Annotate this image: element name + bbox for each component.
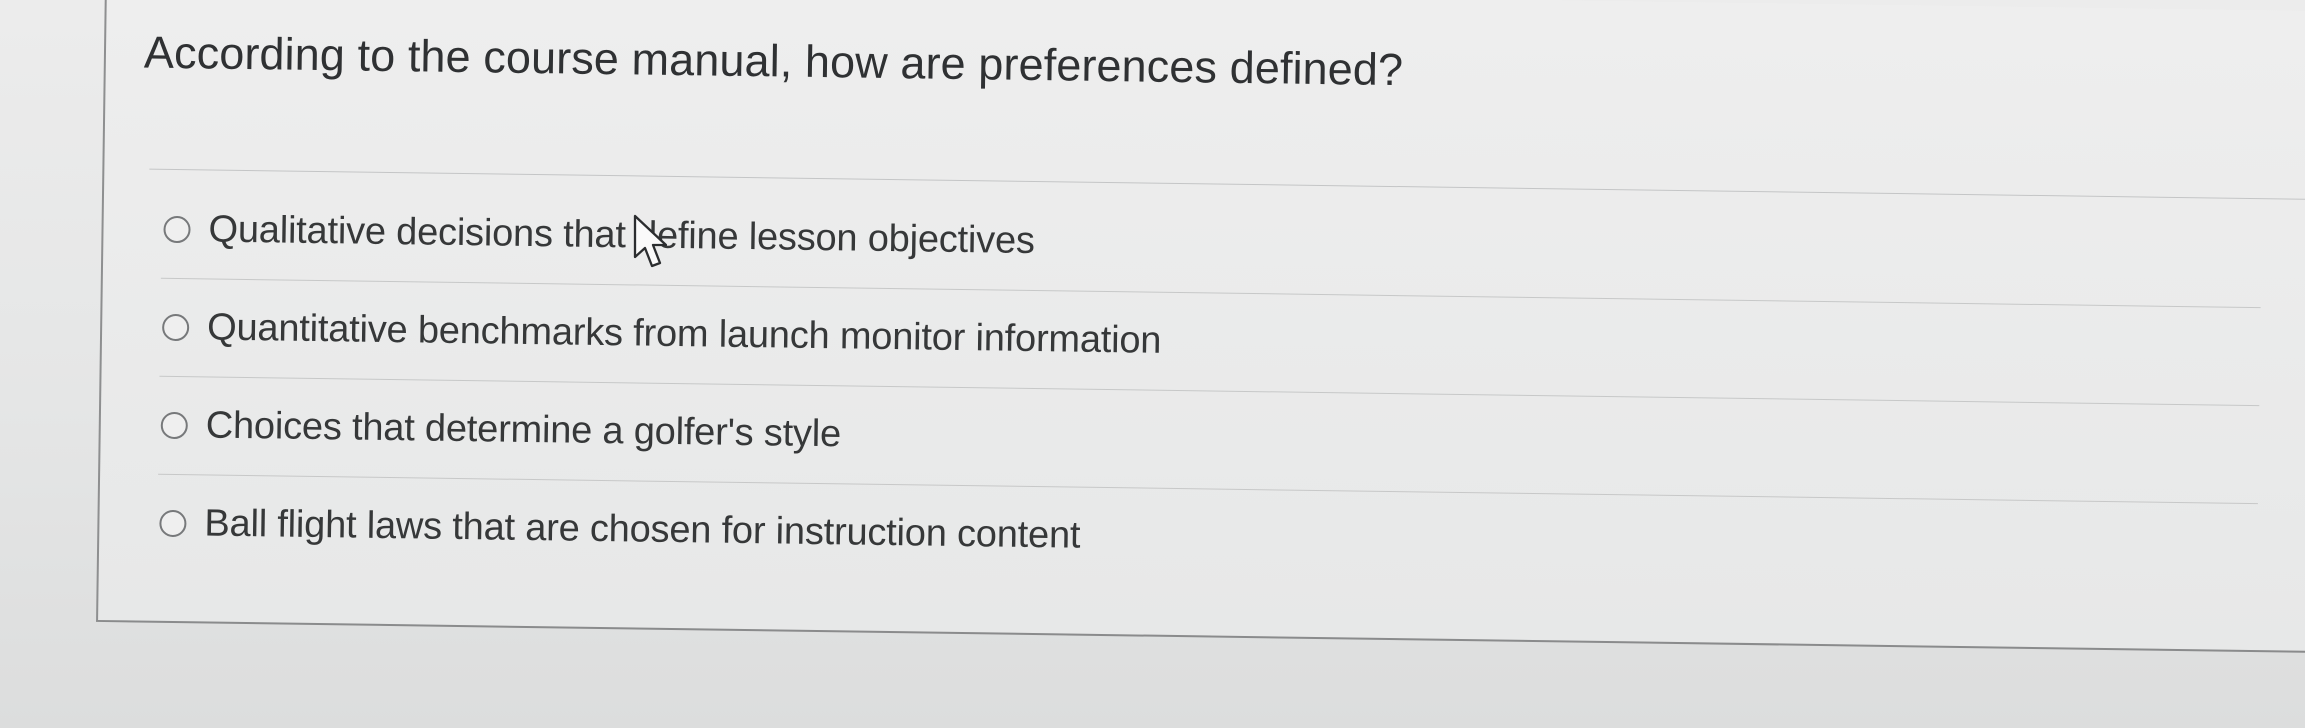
radio-circle-icon[interactable]	[160, 411, 188, 440]
radio-circle-icon[interactable]	[161, 313, 190, 342]
answer-option-label[interactable]: Quantitative benchmarks from launch moni…	[207, 306, 1162, 362]
radio-circle-icon[interactable]	[159, 509, 187, 538]
answer-options-list: Qualitative decisions that define lesson…	[157, 180, 2262, 601]
answer-option-label[interactable]: Ball flight laws that are chosen for ins…	[204, 502, 1080, 557]
answer-option-label[interactable]: Qualitative decisions that define lesson…	[208, 208, 1035, 263]
screenshot-view: According to the course manual, how are …	[0, 0, 2305, 728]
answer-option-label[interactable]: Choices that determine a golfer's style	[205, 404, 841, 456]
question-card: According to the course manual, how are …	[96, 0, 2305, 654]
question-text: According to the course manual, how are …	[143, 26, 1404, 96]
radio-circle-icon[interactable]	[163, 215, 191, 244]
